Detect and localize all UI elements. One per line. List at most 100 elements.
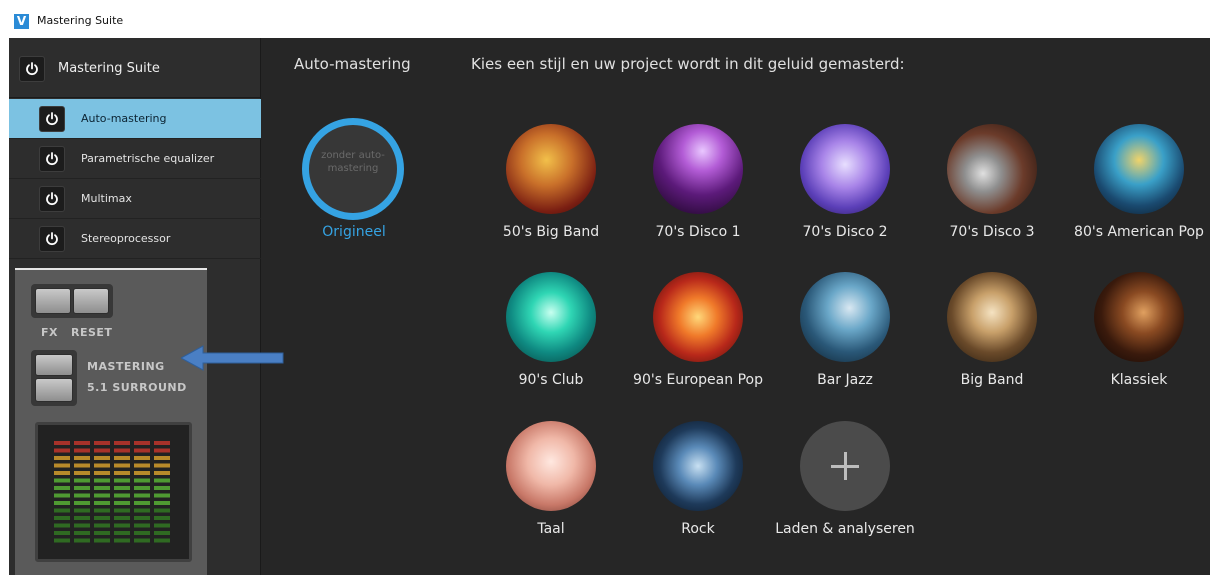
meter-segment (114, 486, 130, 490)
style-thumbnail[interactable] (800, 272, 890, 362)
meter-segment (74, 478, 90, 483)
meter-segment (94, 486, 110, 490)
sidebar-item-multimax[interactable]: Multimax (9, 179, 261, 219)
meter-segment (94, 441, 110, 445)
meter-segment (54, 523, 70, 528)
meter-segment (94, 448, 110, 453)
meter-segment (134, 448, 150, 453)
meter-segment (94, 531, 110, 535)
surround-label: 5.1 SURROUND (87, 381, 187, 394)
meter-segment (74, 508, 90, 513)
hardware-panel-overlay: FX RESET MASTERING 5.1 SURROUND (15, 268, 207, 575)
meter-segment (114, 501, 130, 505)
sidebar-item-parametric-equalizer[interactable]: Parametrische equalizer (9, 139, 261, 179)
power-icon[interactable] (39, 186, 65, 212)
sidebar-item-stereoprocessor[interactable]: Stereoprocessor (9, 219, 261, 259)
meter-segment (54, 508, 70, 513)
meter-segment (74, 493, 90, 498)
meter-segment (134, 463, 150, 468)
meter-segment (134, 508, 150, 513)
fx-button[interactable] (35, 288, 71, 314)
meter-segment (114, 456, 130, 460)
style-thumbnail[interactable] (947, 272, 1037, 362)
meter-segment (54, 538, 70, 543)
style-thumbnail[interactable] (653, 124, 743, 214)
meter-segment (134, 523, 150, 528)
style-thumbnail[interactable] (506, 124, 596, 214)
style-label[interactable]: Bar Jazz (760, 372, 930, 388)
title-bar: V Mastering Suite (0, 0, 1216, 38)
reset-button[interactable] (73, 288, 109, 314)
meter-segment (94, 478, 110, 483)
power-icon[interactable] (39, 226, 65, 252)
meter-segment (94, 501, 110, 505)
meter-segment (114, 478, 130, 483)
fx-label: FX (41, 326, 58, 339)
style-label[interactable]: 80's American Pop (1054, 224, 1216, 240)
meter-segment (154, 501, 170, 505)
plus-icon[interactable] (800, 421, 890, 511)
style-label[interactable]: 90's European Pop (613, 372, 783, 388)
meter-segment (134, 516, 150, 520)
style-label[interactable]: Klassiek (1054, 372, 1216, 388)
meter-segment (114, 531, 130, 535)
meter-segment (114, 508, 130, 513)
power-icon[interactable] (19, 56, 45, 82)
style-thumbnail[interactable] (1094, 124, 1184, 214)
style-thumbnail[interactable] (653, 272, 743, 362)
meter-segment (74, 538, 90, 543)
meter-segment (94, 463, 110, 468)
style-thumbnail[interactable] (1094, 272, 1184, 362)
meter-segment (54, 516, 70, 520)
meter-segment (74, 501, 90, 505)
style-label[interactable]: 70's Disco 3 (907, 224, 1077, 240)
meter-segment (154, 508, 170, 513)
meter-segment (134, 471, 150, 475)
meter-segment (114, 448, 130, 453)
style-thumbnail[interactable] (653, 421, 743, 511)
meter-segment (54, 463, 70, 468)
meter-segment (154, 486, 170, 490)
load-analyze-label[interactable]: Laden & analyseren (760, 521, 930, 537)
meter-segment (94, 471, 110, 475)
style-label[interactable]: Big Band (907, 372, 1077, 388)
mastering-button[interactable] (35, 354, 73, 376)
sidebar-item-label: Parametrische equalizer (81, 152, 215, 165)
power-icon[interactable] (39, 106, 65, 132)
style-label[interactable]: 50's Big Band (466, 224, 636, 240)
meter-segment (114, 463, 130, 468)
style-label[interactable]: 90's Club (466, 372, 636, 388)
style-thumbnail[interactable] (947, 124, 1037, 214)
style-label[interactable]: 70's Disco 1 (613, 224, 783, 240)
meter-segment (74, 456, 90, 460)
surround-button[interactable] (35, 378, 73, 402)
app-body: Mastering Suite Auto-mastering Parametri… (9, 38, 1210, 575)
meter-segment (54, 478, 70, 483)
style-thumbnail[interactable] (800, 124, 890, 214)
meter-segment (74, 523, 90, 528)
sidebar-header[interactable]: Mastering Suite (9, 38, 261, 98)
meter-segment (54, 531, 70, 535)
style-label[interactable]: 70's Disco 2 (760, 224, 930, 240)
page-title: Auto-mastering (294, 55, 411, 73)
meter-segment (54, 501, 70, 505)
sidebar-item-auto-mastering[interactable]: Auto-mastering (9, 99, 261, 139)
style-thumbnail[interactable] (506, 421, 596, 511)
instruction-text: Kies een stijl en uw project wordt in di… (471, 55, 905, 73)
style-label[interactable]: Rock (613, 521, 783, 537)
meter-segment (114, 441, 130, 445)
meter-segment (154, 463, 170, 468)
meter-segment (94, 493, 110, 498)
meter-segment (54, 471, 70, 475)
meter-segment (114, 523, 130, 528)
style-label[interactable]: Taal (466, 521, 636, 537)
sidebar-item-label: Auto-mastering (81, 112, 167, 125)
power-icon[interactable] (39, 146, 65, 172)
original-label[interactable]: Origineel (303, 224, 405, 240)
sidebar-item-label: Stereoprocessor (81, 232, 171, 245)
original-button[interactable]: zonder auto-mastering (302, 118, 404, 220)
meter-segment (134, 538, 150, 543)
meter-segment (154, 448, 170, 453)
style-thumbnail[interactable] (506, 272, 596, 362)
app-logo-icon: V (14, 14, 29, 29)
